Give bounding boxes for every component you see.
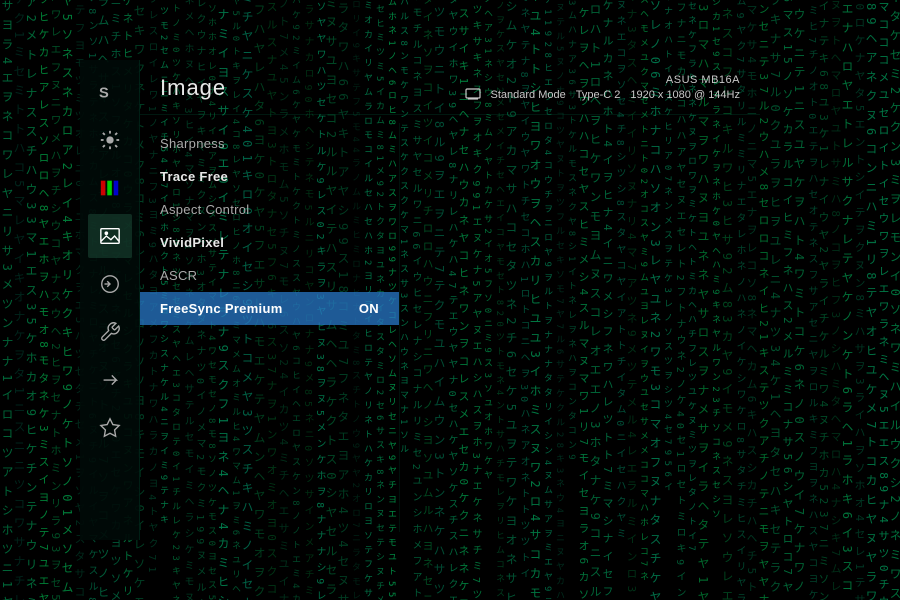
- menu-item-ascr[interactable]: ASCR: [140, 259, 399, 292]
- connection-label: Type-C 2: [576, 89, 621, 101]
- sidebar-item-brightness[interactable]: [88, 118, 132, 162]
- menu-item-freesync[interactable]: FreeSync Premium ON: [140, 292, 399, 325]
- header-mode-line: Standard Mode Type-C 2 1920 x 1080 @ 144…: [465, 88, 741, 103]
- menu-panel: SharpnessTrace FreeAspect ControlVividPi…: [140, 115, 760, 540]
- osd-container: S Image: [80, 60, 760, 540]
- menu-list: SharpnessTrace FreeAspect ControlVividPi…: [140, 123, 400, 532]
- sidebar-item-system[interactable]: [88, 310, 132, 354]
- menu-item-aspect-control[interactable]: Aspect Control: [140, 193, 399, 226]
- header: Image ASUS MB16A Standard Mode Type-C 2: [140, 60, 760, 115]
- sidebar-item-input[interactable]: [88, 262, 132, 306]
- monitor-model: ASUS MB16A: [666, 74, 740, 86]
- resolution-label: 1920 x 1080 @ 144Hz: [630, 89, 740, 101]
- header-info: ASUS MB16A Standard Mode Type-C 2 1920 x…: [465, 74, 741, 103]
- svg-text:S: S: [99, 86, 109, 102]
- menu-item-trace-free[interactable]: Trace Free: [140, 160, 399, 193]
- page-title: Image: [160, 75, 226, 101]
- mode-label: Standard Mode: [491, 89, 566, 101]
- menu-item-label: FreeSync Premium: [160, 301, 283, 316]
- sidebar-item-shortcut[interactable]: [88, 358, 132, 402]
- sidebar-item-splendid[interactable]: S: [88, 70, 132, 114]
- content-panel: Image ASUS MB16A Standard Mode Type-C 2: [140, 60, 760, 540]
- menu-item-vividpixel[interactable]: VividPixel: [140, 226, 399, 259]
- sidebar-item-image[interactable]: [88, 214, 132, 258]
- menu-detail: [400, 123, 760, 532]
- sidebar: S: [80, 60, 140, 540]
- menu-item-sharpness[interactable]: Sharpness: [140, 127, 399, 160]
- sidebar-item-favorites[interactable]: [88, 406, 132, 450]
- monitor-icon: [465, 88, 481, 103]
- menu-item-value: ON: [359, 301, 379, 316]
- sidebar-item-color[interactable]: [88, 166, 132, 210]
